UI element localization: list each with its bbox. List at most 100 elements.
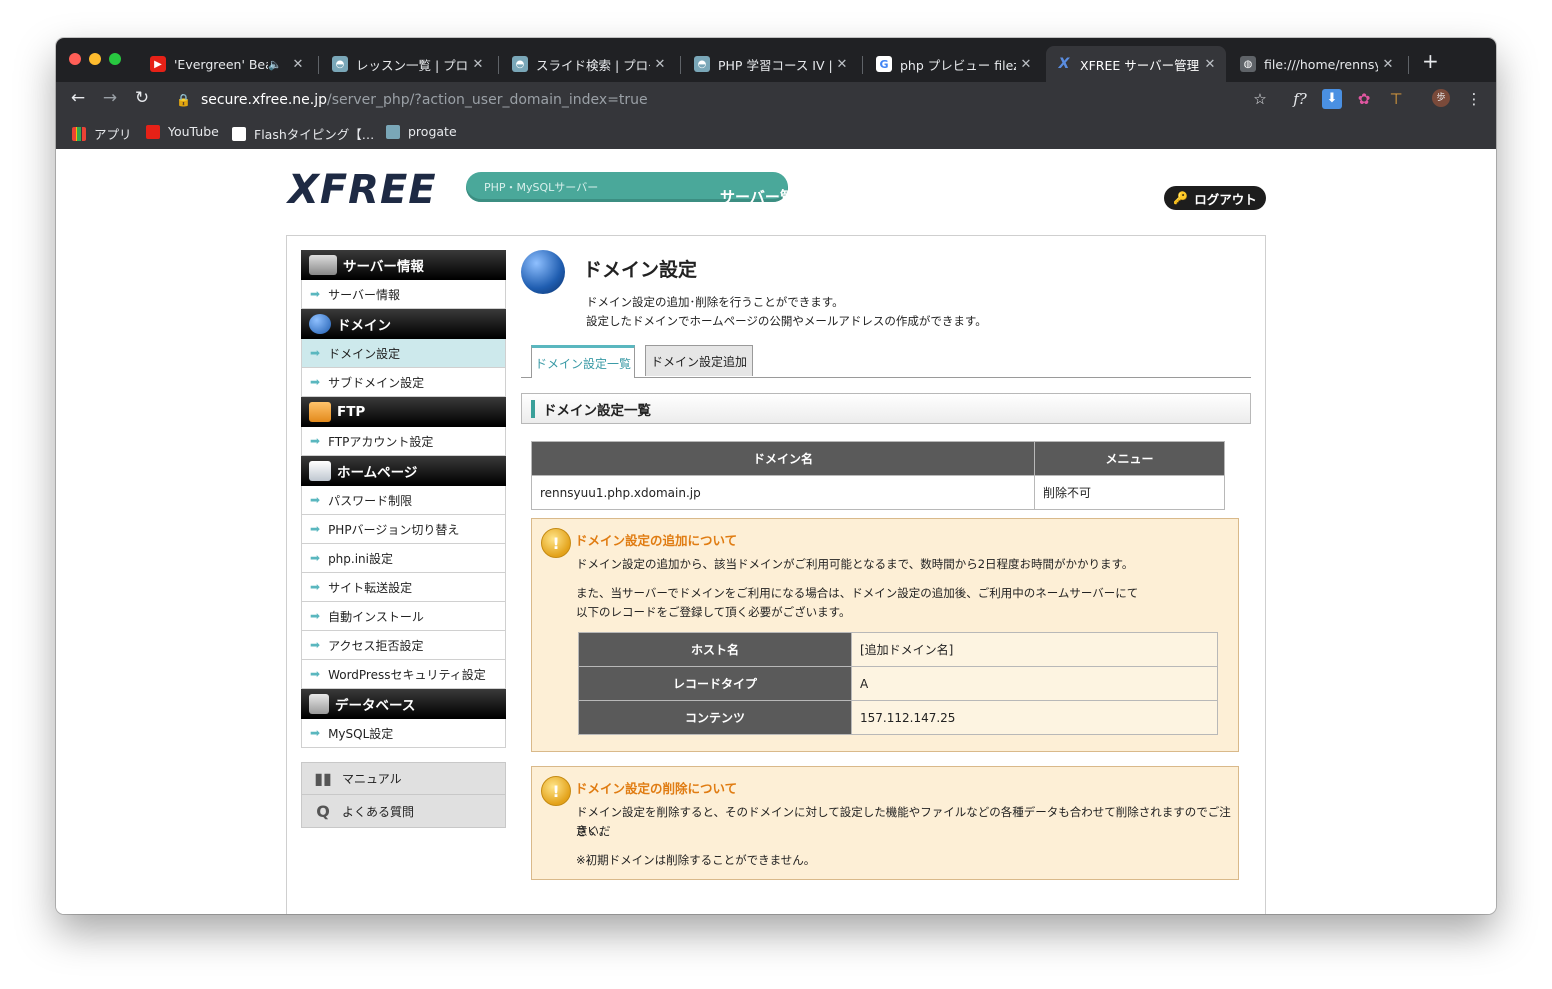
audio-icon[interactable]: 🔈 — [268, 58, 282, 71]
content-tabs: ドメイン設定一覧 ドメイン設定追加 — [521, 345, 1251, 378]
domain-table: ドメイン名 メニュー rennsyuu1.php.xdomain.jp 削除不可 — [531, 441, 1225, 510]
table-header-row: ドメイン名 メニュー — [531, 441, 1225, 476]
bookmark-progate[interactable]: progate — [386, 124, 457, 139]
faq-link[interactable]: Q よくある質問 — [302, 795, 505, 827]
sidebar-item-domain-settings[interactable]: ➡ ドメイン設定 — [301, 339, 506, 368]
arrow-right-icon: ➡ — [310, 667, 321, 681]
dns-record-table: ホスト名 [追加ドメイン名] レコードタイプ A コンテンツ 157.112.1… — [578, 632, 1218, 735]
browser-tab[interactable]: ◍ file:///home/rennsyuu ✕ — [1230, 46, 1404, 82]
menu-kebab-icon[interactable]: ⋮ — [1464, 89, 1484, 109]
arrow-right-icon: ➡ — [310, 287, 321, 301]
bookmark-apps[interactable]: アプリ — [72, 124, 132, 143]
bookmark-youtube[interactable]: YouTube — [146, 124, 219, 139]
sidebar-item-server-info[interactable]: ➡ サーバー情報 — [301, 280, 506, 309]
sidebar-item-mysql[interactable]: ➡ MySQL設定 — [301, 719, 506, 748]
browser-tab[interactable]: ▶ 'Evergreen' Beau 🔈 ✕ — [140, 46, 314, 82]
browser-tab[interactable]: ◓ レッスン一覧 | プログラ ✕ — [322, 46, 494, 82]
database-icon — [309, 693, 329, 714]
close-tab-icon[interactable]: ✕ — [1378, 57, 1398, 72]
sidebar-item-ftp-account[interactable]: ➡ FTPアカウント設定 — [301, 427, 506, 456]
arrow-right-icon: ➡ — [310, 580, 321, 594]
back-icon[interactable]: ← — [66, 88, 90, 108]
bookmarks-bar: アプリ YouTube Flashタイピング【… progate — [56, 118, 1496, 150]
formula-extension-icon[interactable]: f? — [1290, 89, 1310, 109]
table-row: レコードタイプ A — [578, 666, 1218, 701]
column-header: メニュー — [1034, 441, 1225, 476]
close-tab-icon[interactable]: ✕ — [288, 57, 308, 72]
arrow-right-icon: ➡ — [310, 522, 321, 536]
progate-icon — [386, 124, 400, 139]
browser-window: ▶ 'Evergreen' Beau 🔈 ✕ ◓ レッスン一覧 | プログラ ✕… — [56, 38, 1496, 914]
sidebar-item-password-limit[interactable]: ➡ パスワード制限 — [301, 486, 506, 515]
profile-avatar[interactable]: 歩 — [1432, 89, 1450, 107]
lock-icon: 🔒 — [176, 93, 191, 107]
close-tab-icon[interactable]: ✕ — [468, 57, 488, 72]
arrow-right-icon: ➡ — [310, 638, 321, 652]
arrow-right-icon: ➡ — [310, 726, 321, 740]
tab-domain-list[interactable]: ドメイン設定一覧 — [531, 345, 635, 378]
sidebar-extra-links: ▮▮ マニュアル Q よくある質問 — [301, 762, 506, 828]
folder-icon — [309, 401, 331, 422]
sidebar-section-database: データベース — [301, 689, 506, 719]
browser-tab[interactable]: G php プレビュー filezilla ✕ — [866, 46, 1042, 82]
address-bar[interactable]: 🔒 secure.xfree.ne.jp/server_php/?action_u… — [168, 87, 1288, 113]
new-tab-button[interactable]: + — [1422, 51, 1439, 71]
domain-name-cell: rennsyuu1.php.xdomain.jp — [531, 475, 1035, 510]
arrow-right-icon: ➡ — [310, 609, 321, 623]
sidebar-item-access-deny[interactable]: ➡ アクセス拒否設定 — [301, 631, 506, 660]
sidebar-item-site-redirect[interactable]: ➡ サイト転送設定 — [301, 573, 506, 602]
sidebar-item-php-version[interactable]: ➡ PHPバージョン切り替え — [301, 515, 506, 544]
logout-button[interactable]: 🔑 ログアウト — [1164, 186, 1266, 210]
page-title: ドメイン設定 — [583, 259, 698, 281]
sidebar-section-server: サーバー情報 — [301, 250, 506, 280]
browser-tab[interactable]: ◓ スライド検索 | プログラ ✕ — [502, 46, 676, 82]
arrow-right-icon: ➡ — [310, 375, 321, 389]
table-row: ホスト名 [追加ドメイン名] — [578, 632, 1218, 667]
minimize-window-button[interactable] — [89, 53, 101, 65]
notice-add-domain: ! ドメイン設定の追加について ドメイン設定の追加から、該当ドメインがご利用可能… — [531, 518, 1239, 752]
close-tab-icon[interactable]: ✕ — [1200, 57, 1220, 72]
browser-tab[interactable]: ◓ PHP 学習コース IV | プ ✕ — [684, 46, 858, 82]
zoom-window-button[interactable] — [109, 53, 121, 65]
globe-icon: ◍ — [1240, 56, 1256, 72]
youtube-icon — [146, 124, 160, 139]
forward-icon[interactable]: → — [98, 88, 122, 108]
manual-link[interactable]: ▮▮ マニュアル — [302, 763, 505, 795]
tab-domain-add[interactable]: ドメイン設定追加 — [645, 345, 753, 376]
close-tab-icon[interactable]: ✕ — [650, 57, 670, 72]
sidebar-item-auto-install[interactable]: ➡ 自動インストール — [301, 602, 506, 631]
menu-cell: 削除不可 — [1034, 475, 1225, 510]
google-icon: G — [876, 56, 892, 72]
color-extension-icon[interactable]: ✿ — [1354, 89, 1374, 109]
xfree-logo[interactable]: XFREE — [288, 167, 437, 213]
web-page: XFREE サーバー管理パネル PHP・MySQLサーバー 🔑 ログアウト サー… — [56, 149, 1496, 914]
sidebar-section-domain: ドメイン — [301, 309, 506, 339]
homepage-window-icon — [309, 460, 331, 481]
close-window-button[interactable] — [69, 53, 81, 65]
sidebar-item-wordpress-security[interactable]: ➡ WordPressセキュリティ設定 — [301, 660, 506, 689]
browser-toolbar: ← → ↻ 🔒 secure.xfree.ne.jp/server_php/?ac… — [56, 82, 1496, 118]
faq-icon: Q — [316, 801, 330, 821]
bookmark-star-icon[interactable]: ☆ — [1250, 89, 1270, 109]
download-extension-icon[interactable]: ⬇ — [1322, 89, 1342, 109]
browser-tab-active[interactable]: X XFREE サーバー管理パ ✕ — [1046, 46, 1226, 82]
arrow-right-icon: ➡ — [310, 434, 321, 448]
sidebar-section-ftp: FTP — [301, 397, 506, 427]
close-tab-icon[interactable]: ✕ — [1016, 57, 1036, 72]
close-tab-icon[interactable]: ✕ — [832, 57, 852, 72]
globe-icon — [521, 250, 565, 294]
globe-icon — [309, 313, 331, 334]
tool-extension-icon[interactable]: ⊤ — [1386, 89, 1406, 109]
bookmark-flash-typing[interactable]: Flashタイピング【… — [232, 124, 374, 143]
notice-delete-domain: ! ドメイン設定の削除について ドメイン設定を削除すると、そのドメインに対して設… — [531, 766, 1239, 880]
sidebar-item-subdomain-settings[interactable]: ➡ サブドメイン設定 — [301, 368, 506, 397]
table-row: rennsyuu1.php.xdomain.jp 削除不可 — [531, 475, 1225, 510]
youtube-icon: ▶ — [150, 56, 166, 72]
warning-icon: ! — [541, 776, 571, 806]
reload-icon[interactable]: ↻ — [130, 88, 154, 108]
xfree-icon: X — [1058, 56, 1070, 72]
warning-icon: ! — [541, 528, 571, 558]
arrow-right-icon: ➡ — [310, 493, 321, 507]
sidebar-item-php-ini[interactable]: ➡ php.ini設定 — [301, 544, 506, 573]
progate-icon: ◓ — [694, 56, 710, 72]
